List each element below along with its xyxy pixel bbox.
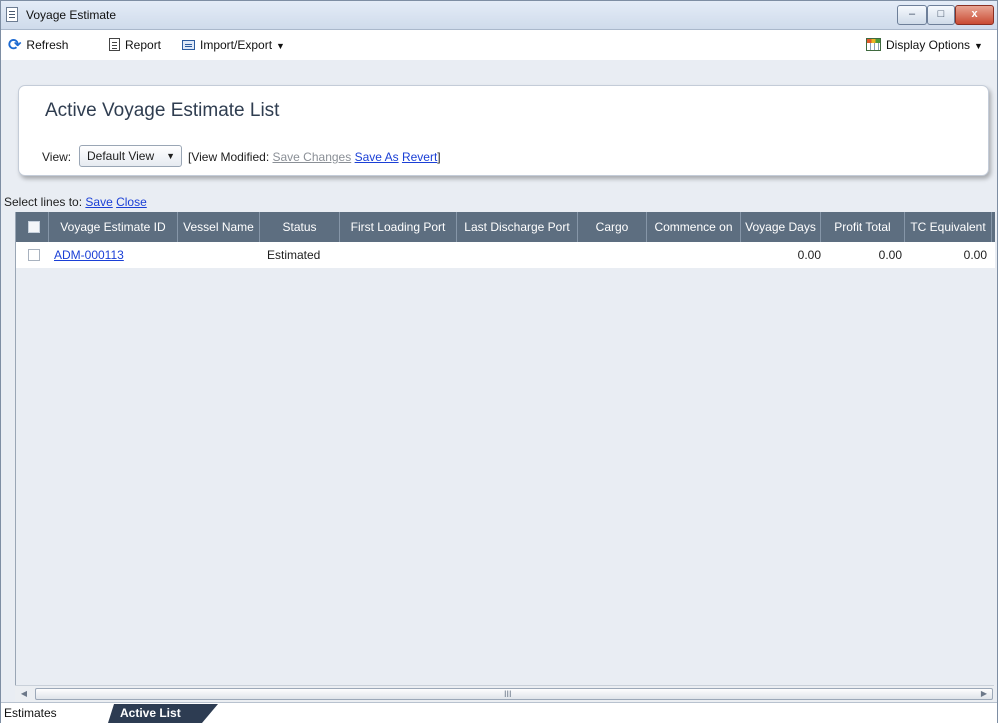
scrollbar-grip: III [504, 689, 512, 699]
scrollbar-thumb[interactable]: III [35, 688, 993, 700]
vessel-name-cell [182, 242, 258, 268]
grid-header: Voyage Estimate ID Vessel Name Status Fi… [16, 212, 995, 242]
tc-equivalent-cell: 0.00 [963, 248, 987, 262]
report-icon [109, 38, 120, 52]
voyage-estimate-grid: Voyage Estimate ID Vessel Name Status Fi… [15, 212, 995, 685]
column-header[interactable]: Voyage Estimate ID [49, 212, 178, 242]
maximize-button[interactable]: □ [927, 5, 955, 25]
row-checkbox[interactable] [28, 249, 40, 261]
chevron-down-icon: ▼ [276, 41, 285, 51]
row-select-cell [16, 242, 49, 268]
view-modified-prefix: [View Modified: [188, 150, 270, 164]
revert-link[interactable]: Revert [402, 150, 437, 164]
voyage-estimate-id-link[interactable]: ADM-000113 [54, 248, 124, 262]
column-header[interactable]: TC Equivalent [905, 212, 992, 242]
select-lines-label: Select lines to: [4, 195, 83, 209]
horizontal-scrollbar[interactable]: ◀ III ▶ [15, 685, 994, 702]
view-modified-bar: [View Modified: Save Changes Save As Rev… [188, 150, 441, 164]
status-cell: Estimated [267, 248, 321, 262]
view-select-value: Default View [87, 149, 155, 163]
view-select[interactable]: Default View ▼ [79, 145, 182, 167]
tab-active-list[interactable]: Active List [108, 704, 218, 723]
column-header[interactable]: First Loading Port [340, 212, 457, 242]
save-changes-link[interactable]: Save Changes [273, 150, 352, 164]
first-loading-port-cell [344, 242, 454, 268]
toolbar: ⟳ Refresh Report Import/Export ▼ Display O… [1, 30, 997, 60]
display-options-label: Display Options [886, 38, 971, 52]
chevron-down-icon: ▼ [166, 151, 175, 161]
last-discharge-port-cell [461, 242, 575, 268]
refresh-icon: ⟳ [8, 36, 22, 54]
commence-on-cell [651, 242, 738, 268]
column-header[interactable]: Cargo [578, 212, 647, 242]
page-title: Active Voyage Estimate List [45, 100, 280, 121]
document-icon [6, 7, 18, 22]
view-label: View: [42, 150, 72, 164]
display-options-button[interactable]: Display Options ▼ [866, 36, 983, 54]
column-header[interactable]: Vessel Name [178, 212, 260, 242]
view-modified-suffix: ] [437, 150, 441, 164]
select-save-link[interactable]: Save [85, 195, 112, 209]
voyage-estimate-window: Voyage Estimate – □ x ⟳ Refresh Report Im… [0, 0, 998, 723]
cargo-cell [582, 242, 644, 268]
select-all-cell [16, 212, 49, 242]
import-export-icon [182, 39, 195, 50]
report-button[interactable]: Report [109, 36, 161, 54]
tab-estimates[interactable]: Estimates [4, 706, 57, 720]
profit-total-cell: 0.00 [878, 248, 902, 262]
save-as-link[interactable]: Save As [355, 150, 399, 164]
scroll-right-icon[interactable]: ▶ [977, 688, 991, 700]
column-header[interactable]: Voyage Days [741, 212, 821, 242]
refresh-label: Refresh [26, 38, 69, 52]
window-title: Voyage Estimate [26, 8, 117, 22]
refresh-button[interactable]: ⟳ Refresh [8, 36, 68, 54]
list-header-panel: Active Voyage Estimate List View: Defaul… [18, 85, 989, 176]
select-all-checkbox[interactable] [28, 221, 40, 233]
column-header[interactable]: Profit Total [821, 212, 905, 242]
select-close-link[interactable]: Close [116, 195, 147, 209]
scroll-left-icon[interactable]: ◀ [17, 688, 31, 700]
close-button[interactable]: x [955, 5, 994, 25]
report-label: Report [125, 38, 162, 52]
import-export-label: Import/Export [200, 38, 273, 52]
calculator-grid-icon [866, 38, 881, 52]
column-header[interactable]: Last Discharge Port [457, 212, 578, 242]
import-export-button[interactable]: Import/Export ▼ [182, 36, 285, 54]
minimize-button[interactable]: – [897, 5, 927, 25]
select-lines-bar: Select lines to: Save Close [4, 195, 147, 209]
table-row[interactable]: ADM-000113 Estimated 0.00 0.00 0.00 [16, 242, 995, 268]
voyage-days-cell: 0.00 [797, 248, 821, 262]
column-header[interactable]: Status [260, 212, 340, 242]
chevron-down-icon: ▼ [974, 41, 983, 51]
column-header[interactable]: Commence on [647, 212, 741, 242]
voyage-estimate-id-cell: ADM-000113 [54, 242, 176, 268]
bottom-tab-bar: Estimates Active List [1, 702, 997, 723]
title-bar: Voyage Estimate – □ x [1, 1, 997, 30]
